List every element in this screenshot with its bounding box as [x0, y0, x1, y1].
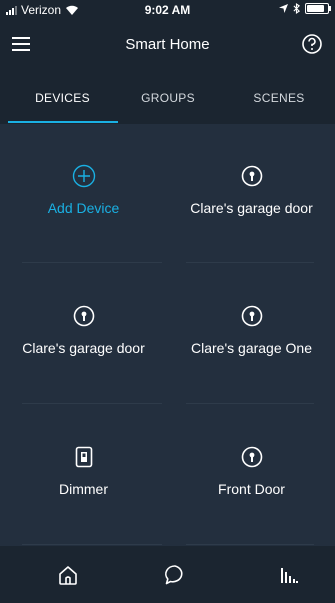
tile-label: Dimmer: [59, 481, 108, 497]
plus-circle-icon: [72, 164, 95, 188]
status-bar: Verizon 9:02 AM: [0, 0, 335, 20]
icon-wrap: [72, 164, 96, 188]
device-tile[interactable]: Front Door: [168, 405, 335, 543]
device-tile[interactable]: Dimmer: [0, 405, 167, 543]
bluetooth-icon: [293, 3, 300, 14]
device-tile[interactable]: Clare's garage door: [0, 264, 167, 402]
divider: [186, 262, 314, 263]
app-header: Smart Home: [0, 20, 335, 72]
location-arrow-icon: [279, 4, 288, 13]
device-tile[interactable]: Clare's garage door: [168, 124, 335, 262]
icon-wrap: [75, 445, 93, 469]
divider: [22, 262, 162, 263]
tile-label: Clare's garage door: [22, 340, 145, 356]
home-icon: [59, 566, 77, 585]
info-circle-icon: [241, 165, 262, 187]
help-circle-icon: [302, 34, 322, 54]
device-tile[interactable]: Clare's garage One: [168, 264, 335, 402]
icon-wrap: [241, 164, 263, 188]
icon-wrap: [73, 304, 95, 328]
divider: [22, 544, 162, 545]
chat-bubble-icon: [165, 565, 183, 585]
divider: [22, 403, 162, 404]
tile-label: Add Device: [47, 200, 120, 216]
nav-communicate-button[interactable]: [162, 562, 188, 588]
tab-devices[interactable]: DEVICES: [0, 72, 125, 124]
nav-home-button[interactable]: [55, 562, 81, 588]
icon-wrap: [241, 445, 263, 469]
divider: [186, 403, 314, 404]
bottom-nav-bar: [0, 546, 335, 603]
info-circle-icon: [241, 446, 262, 468]
page-title: Smart Home: [125, 36, 210, 53]
battery-level: [307, 5, 325, 12]
tab-groups[interactable]: GROUPS: [112, 72, 224, 124]
help-button[interactable]: [301, 33, 323, 55]
icon-wrap: [241, 304, 263, 328]
tab-scenes[interactable]: SCENES: [223, 72, 335, 124]
tile-label: Front Door: [218, 481, 285, 497]
status-right: [279, 3, 331, 14]
divider: [186, 544, 314, 545]
equalizer-icon: [281, 568, 298, 583]
battery-icon: [305, 3, 331, 14]
nav-play-button[interactable]: [276, 562, 302, 588]
info-circle-icon: [241, 305, 262, 327]
active-tab-indicator: [8, 121, 118, 123]
light-switch-icon: [75, 446, 92, 468]
tab-bar: DEVICES GROUPS SCENES: [0, 72, 335, 124]
info-circle-icon: [73, 305, 94, 327]
tile-label: Clare's garage door: [190, 200, 313, 216]
add-device-tile[interactable]: Add Device: [0, 124, 167, 262]
device-grid: Add Device Clare's garage door Clare's g…: [0, 124, 335, 546]
tile-label: Clare's garage One: [191, 340, 312, 356]
